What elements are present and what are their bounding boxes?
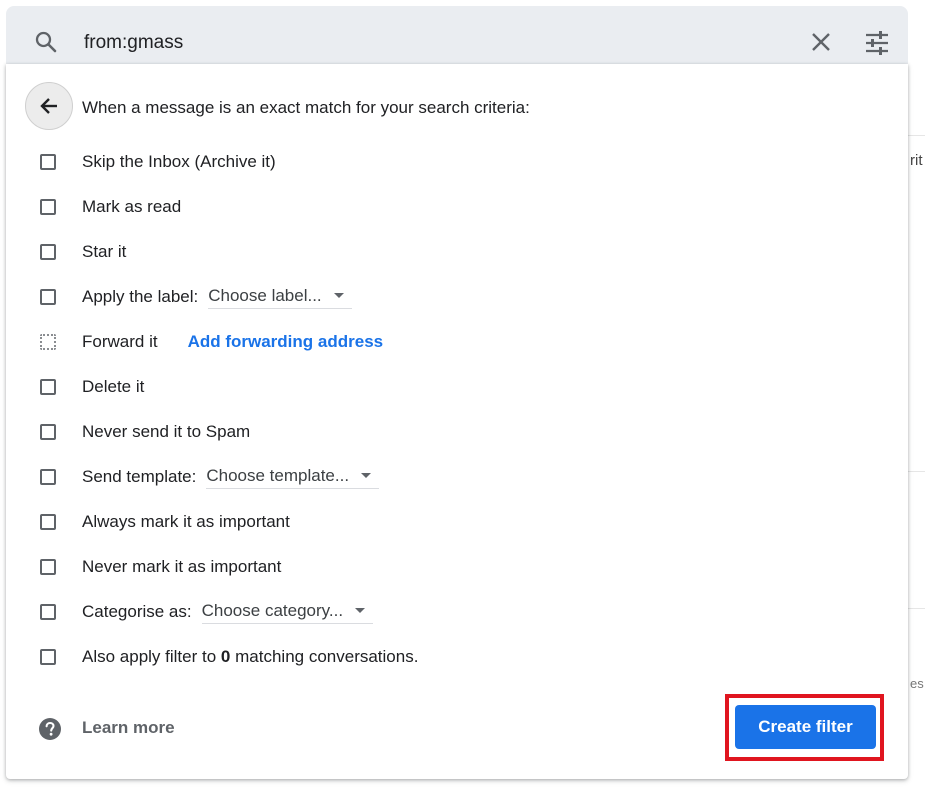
- apply-to-matching-checkbox[interactable]: [40, 649, 56, 665]
- star-it-checkbox[interactable]: [40, 244, 56, 260]
- create-filter-button[interactable]: Create filter: [735, 705, 876, 749]
- option-label: Send template:: [82, 467, 197, 486]
- option-mark-as-read: Mark as read: [40, 195, 181, 219]
- option-label: Apply the label:: [82, 287, 199, 306]
- learn-more-link[interactable]: Learn more: [82, 718, 175, 738]
- option-forward-it: Forward it Add forwarding address: [40, 330, 383, 354]
- search-options-button[interactable]: [864, 31, 890, 60]
- option-label: Also apply filter to 0 matching conversa…: [82, 647, 418, 667]
- arrow-back-icon: [40, 98, 57, 114]
- categorise-checkbox[interactable]: [40, 604, 56, 620]
- delete-it-checkbox[interactable]: [40, 379, 56, 395]
- help-icon[interactable]: [39, 718, 61, 745]
- background-partial-text: es: [910, 676, 924, 691]
- choose-label-dropdown[interactable]: Choose label...: [208, 285, 352, 309]
- option-label: Always mark it as important: [82, 512, 290, 531]
- search-input[interactable]: [84, 32, 684, 54]
- caret-down-icon: [355, 608, 366, 613]
- option-label-suffix: matching conversations.: [235, 647, 419, 666]
- dropdown-value: Choose label...: [208, 285, 322, 305]
- option-label-prefix: Also apply filter to: [82, 647, 217, 666]
- search-bar: [6, 6, 908, 64]
- background-divider: [908, 471, 925, 472]
- background-divider: [908, 135, 925, 136]
- option-label: Skip the Inbox (Archive it): [82, 152, 276, 171]
- always-important-checkbox[interactable]: [40, 514, 56, 530]
- add-forwarding-address-link[interactable]: Add forwarding address: [188, 332, 384, 352]
- caret-down-icon: [333, 293, 344, 298]
- option-skip-inbox: Skip the Inbox (Archive it): [40, 150, 276, 174]
- option-label: Delete it: [82, 377, 145, 396]
- choose-category-dropdown[interactable]: Choose category...: [201, 600, 374, 624]
- background-partial-text: rit: [910, 152, 923, 169]
- option-send-template: Send template: Choose template...: [40, 465, 380, 489]
- search-icon[interactable]: [34, 30, 58, 59]
- forward-it-checkbox[interactable]: [40, 334, 56, 350]
- send-template-checkbox[interactable]: [40, 469, 56, 485]
- never-spam-checkbox[interactable]: [40, 424, 56, 440]
- option-never-important: Never mark it as important: [40, 555, 281, 579]
- background-divider: [908, 608, 925, 609]
- option-apply-to-matching: Also apply filter to 0 matching conversa…: [40, 645, 418, 669]
- choose-template-dropdown[interactable]: Choose template...: [206, 465, 380, 489]
- option-label: Star it: [82, 242, 127, 261]
- option-always-important: Always mark it as important: [40, 510, 290, 534]
- skip-inbox-checkbox[interactable]: [40, 154, 56, 170]
- tune-icon: [866, 31, 888, 55]
- option-label: Mark as read: [82, 197, 182, 216]
- back-button[interactable]: [25, 82, 73, 130]
- caret-down-icon: [361, 473, 372, 478]
- dropdown-value: Choose template...: [206, 465, 350, 485]
- close-icon: [812, 33, 830, 51]
- option-never-spam: Never send it to Spam: [40, 420, 250, 444]
- never-important-checkbox[interactable]: [40, 559, 56, 575]
- option-delete-it: Delete it: [40, 375, 144, 399]
- option-categorise: Categorise as: Choose category...: [40, 600, 374, 624]
- clear-search-button[interactable]: [810, 31, 832, 58]
- apply-label-checkbox[interactable]: [40, 289, 56, 305]
- option-label: Categorise as:: [82, 602, 192, 621]
- dropdown-value: Choose category...: [201, 600, 344, 620]
- option-apply-label: Apply the label: Choose label...: [40, 285, 352, 309]
- mark-as-read-checkbox[interactable]: [40, 199, 56, 215]
- option-label: Never send it to Spam: [82, 422, 251, 441]
- panel-heading: When a message is an exact match for you…: [82, 98, 530, 117]
- filter-panel: When a message is an exact match for you…: [6, 64, 908, 779]
- option-star-it: Star it: [40, 240, 126, 264]
- option-label: Never mark it as important: [82, 557, 282, 576]
- matching-count: 0: [220, 647, 231, 666]
- option-label: Forward it: [82, 332, 158, 351]
